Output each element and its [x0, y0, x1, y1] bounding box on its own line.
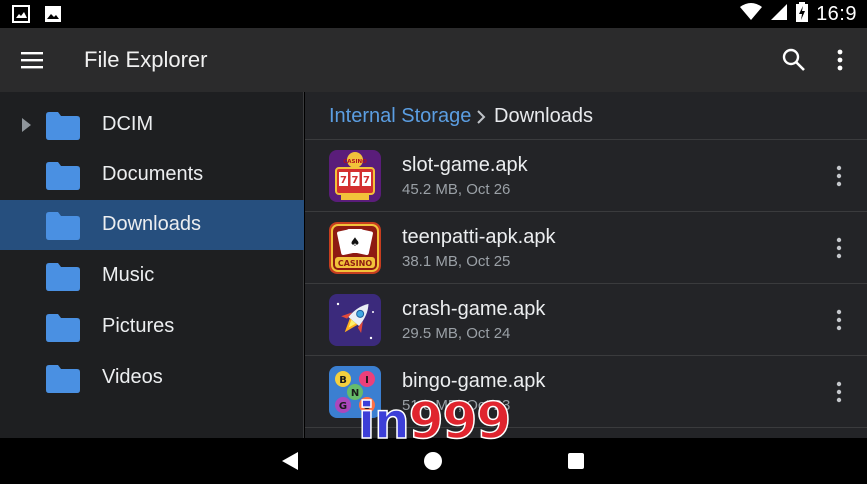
- file-meta: 38.1 MB, Oct 25: [402, 253, 511, 270]
- chevron-right-icon: [477, 110, 486, 124]
- watermark-logo: in999: [357, 395, 512, 447]
- more-vert-icon[interactable]: [827, 236, 851, 260]
- more-vert-icon[interactable]: [827, 380, 851, 404]
- sidebar-item-documents[interactable]: Documents: [0, 150, 304, 200]
- status-clock: 16:9: [816, 3, 857, 25]
- bingo-letter: I: [365, 375, 369, 386]
- folder-icon: [46, 314, 80, 342]
- more-vert-icon[interactable]: [827, 164, 851, 188]
- sidebar-item-videos[interactable]: Videos: [0, 353, 304, 403]
- wifi-icon: [740, 3, 763, 26]
- more-vert-icon[interactable]: [827, 308, 851, 332]
- folder-icon: [46, 365, 80, 393]
- breadcrumb-current: Downloads: [494, 105, 593, 127]
- image-notification-icon: [12, 5, 30, 28]
- breadcrumb-root-link[interactable]: Internal Storage: [329, 105, 471, 128]
- slot-icon-text: CASINO: [343, 159, 367, 165]
- more-vert-icon[interactable]: [827, 47, 853, 73]
- watermark-part-2: 999: [408, 392, 512, 450]
- slot-machine-icon: CASINO 7 7 7: [329, 150, 381, 202]
- sidebar-item-label: Pictures: [102, 315, 175, 337]
- file-name: teenpatti-apk.apk: [402, 226, 556, 248]
- svg-text:♠: ♠: [350, 235, 361, 249]
- file-row-crash-game[interactable]: crash-game.apk 29.5 MB, Oct 24: [305, 284, 867, 356]
- breadcrumb: Internal Storage Downloads: [305, 92, 867, 140]
- sidebar-item-downloads[interactable]: Downloads: [0, 200, 304, 250]
- sidebar-item-label: Videos: [102, 366, 163, 388]
- recents-icon[interactable]: [566, 451, 586, 471]
- expand-arrow-icon[interactable]: [20, 117, 32, 133]
- svg-text:7: 7: [363, 175, 370, 186]
- sidebar: DCIM Documents Downloads Music Pictures …: [0, 92, 304, 438]
- home-icon[interactable]: [423, 451, 443, 471]
- sidebar-item-pictures[interactable]: Pictures: [0, 302, 304, 352]
- folder-icon: [46, 112, 80, 140]
- teenpatti-icon-text: CASINO: [338, 259, 372, 268]
- status-bar: 16:9: [0, 0, 867, 28]
- file-meta: 45.2 MB, Oct 26: [402, 181, 511, 198]
- app-bar: File Explorer: [0, 28, 867, 92]
- folder-icon: [46, 162, 80, 190]
- sidebar-item-dcim[interactable]: DCIM: [0, 100, 304, 150]
- playing-cards-icon: ♠ CASINO: [329, 222, 381, 274]
- file-meta: 29.5 MB, Oct 24: [402, 325, 511, 342]
- sidebar-item-music[interactable]: Music: [0, 251, 304, 301]
- folder-icon: [46, 212, 80, 240]
- svg-text:7: 7: [352, 175, 359, 186]
- sidebar-item-label: Documents: [102, 163, 204, 185]
- file-row-slot-game[interactable]: CASINO 7 7 7 slot-game.apk 45.2 MB, Oct …: [305, 140, 867, 212]
- signal-icon: [770, 3, 788, 26]
- bingo-letter: B: [339, 375, 347, 386]
- rocket-icon: [329, 294, 381, 346]
- sidebar-item-label: Music: [102, 264, 155, 286]
- file-row-teenpatti[interactable]: ♠ CASINO teenpatti-apk.apk 38.1 MB, Oct …: [305, 212, 867, 284]
- file-name: crash-game.apk: [402, 298, 546, 320]
- svg-text:7: 7: [340, 175, 347, 186]
- file-list-panel: Internal Storage Downloads CASINO 7 7 7 …: [305, 92, 867, 438]
- watermark-part-1: in: [357, 392, 410, 450]
- app-title: File Explorer: [84, 47, 208, 72]
- photo-notification-icon: [44, 5, 62, 28]
- folder-icon: [46, 263, 80, 291]
- file-name: slot-game.apk: [402, 154, 528, 176]
- sidebar-item-label: Downloads: [102, 213, 201, 235]
- bingo-letter: G: [339, 401, 347, 412]
- back-icon[interactable]: [280, 451, 300, 471]
- battery-charging-icon: [796, 2, 809, 27]
- search-icon[interactable]: [781, 47, 807, 73]
- file-name: bingo-game.apk: [402, 370, 546, 392]
- sidebar-item-label: DCIM: [102, 113, 154, 135]
- menu-icon[interactable]: [20, 48, 44, 72]
